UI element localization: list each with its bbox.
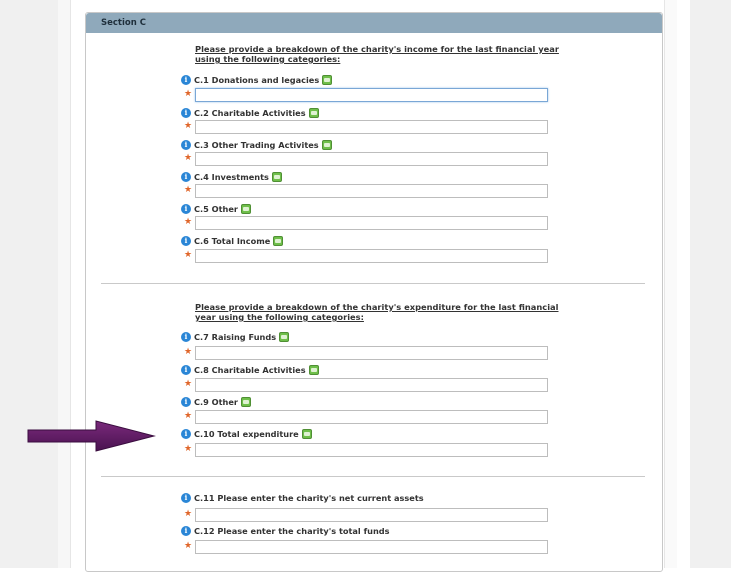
field-c2-label: i C.2 Charitable Activities [181,107,319,119]
field-c9-label-text: C.9 Other [194,397,238,407]
field-c1-input[interactable] [195,88,548,102]
required-star-icon: ★ [184,121,193,131]
field-c2-label-text: C.2 Charitable Activities [194,108,306,118]
field-c10-label-text: C.10 Total expenditure [194,429,299,439]
required-star-icon: ★ [184,379,193,389]
field-c11-input[interactable] [195,508,548,522]
field-c8-label: i C.8 Charitable Activities [181,364,319,376]
info-icon[interactable]: i [181,204,191,214]
field-c1-label-text: C.1 Donations and legacies [194,75,320,85]
field-c3-label-text: C.3 Other Trading Activites [194,140,319,150]
field-c10-input[interactable] [195,443,548,457]
field-c9-input[interactable] [195,410,548,424]
required-star-icon: ★ [184,411,193,421]
field-c11-label: i C.11 Please enter the charity's net cu… [181,492,424,504]
expenditure-intro: Please provide a breakdown of the charit… [195,302,559,322]
field-c12-label-text: C.12 Please enter the charity's total fu… [194,526,390,536]
help-icon[interactable] [240,397,251,407]
field-c5-label: i C.5 Other [181,203,251,215]
field-c6-label: i C.6 Total Income [181,235,284,247]
info-icon[interactable]: i [181,493,191,503]
field-c10-label: i C.10 Total expenditure [181,428,312,440]
field-c9-label: i C.9 Other [181,396,251,408]
field-c2-input[interactable] [195,120,548,134]
help-icon[interactable] [271,172,282,182]
required-star-icon: ★ [184,153,193,163]
right-page-gutter [664,0,677,568]
info-icon[interactable]: i [181,140,191,150]
help-icon[interactable] [308,108,319,118]
field-c4-label: i C.4 Investments [181,171,282,183]
required-star-icon: ★ [184,509,193,519]
help-icon[interactable] [321,140,332,150]
help-icon[interactable] [308,365,319,375]
help-icon[interactable] [279,332,290,342]
field-c7-input[interactable] [195,346,548,360]
required-star-icon: ★ [184,541,193,551]
help-icon[interactable] [273,236,284,246]
required-star-icon: ★ [184,89,193,99]
income-intro: Please provide a breakdown of the charit… [195,44,559,64]
left-page-margin [0,0,58,568]
info-icon[interactable]: i [181,236,191,246]
field-c8-label-text: C.8 Charitable Activities [194,365,306,375]
help-icon[interactable] [322,75,333,85]
field-c5-label-text: C.5 Other [194,204,238,214]
field-c5-input[interactable] [195,216,548,230]
field-c7-label-text: C.7 Raising Funds [194,332,277,342]
info-icon[interactable]: i [181,172,191,182]
field-c4-input[interactable] [195,184,548,198]
field-c3-label: i C.3 Other Trading Activites [181,139,332,151]
field-c8-input[interactable] [195,378,548,392]
right-page-margin [690,0,731,568]
required-star-icon: ★ [184,444,193,454]
info-icon[interactable]: i [181,397,191,407]
field-c7-label: i C.7 Raising Funds [181,331,290,343]
required-star-icon: ★ [184,347,193,357]
info-icon[interactable]: i [181,365,191,375]
info-icon[interactable]: i [181,332,191,342]
info-icon[interactable]: i [181,429,191,439]
field-c12-input[interactable] [195,540,548,554]
info-icon[interactable]: i [181,526,191,536]
help-icon[interactable] [301,429,312,439]
field-c6-label-text: C.6 Total Income [194,236,271,246]
field-c4-label-text: C.4 Investments [194,172,269,182]
required-star-icon: ★ [184,185,193,195]
info-icon[interactable]: i [181,75,191,85]
field-c1-label: i C.1 Donations and legacies [181,74,333,86]
field-c6-input[interactable] [195,249,548,263]
help-icon[interactable] [240,204,251,214]
section-divider [101,283,645,284]
required-star-icon: ★ [184,217,193,227]
info-icon[interactable]: i [181,108,191,118]
field-c11-label-text: C.11 Please enter the charity's net curr… [194,493,424,503]
field-c12-label: i C.12 Please enter the charity's total … [181,525,390,537]
required-star-icon: ★ [184,250,193,260]
section-divider [101,476,645,477]
field-c3-input[interactable] [195,152,548,166]
left-page-gutter [58,0,71,568]
section-header: Section C [86,13,662,33]
arrow-annotation-icon [27,420,156,452]
